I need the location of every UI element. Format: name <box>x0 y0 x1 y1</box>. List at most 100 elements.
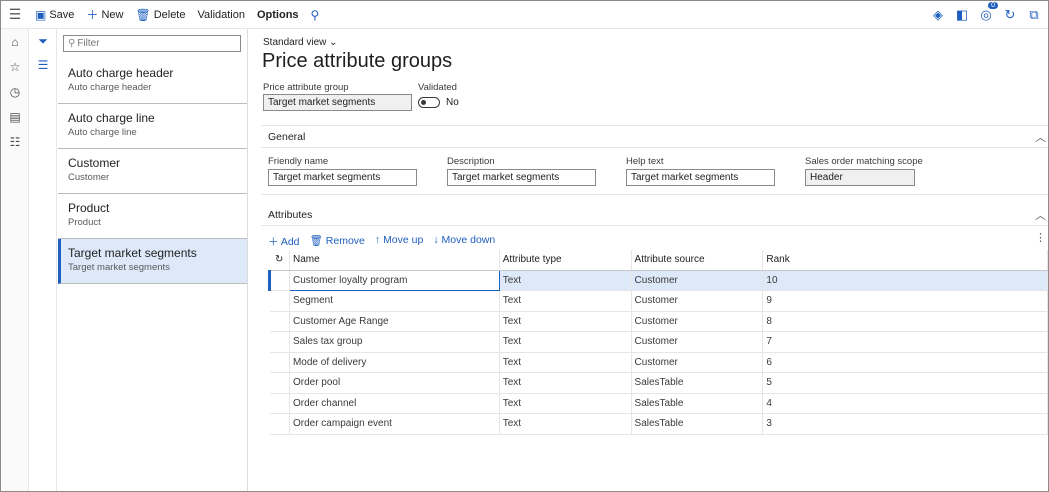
cell-type[interactable]: Text <box>499 290 632 312</box>
chevron-up-icon[interactable]: ︿ <box>1035 207 1046 223</box>
table-row[interactable]: Order channel Text SalesTable 4 <box>269 393 1048 414</box>
general-section: General ︿ Friendly name Target market se… <box>261 125 1048 195</box>
hamburger-menu-icon[interactable]: ☰ <box>1 1 29 29</box>
description-input[interactable]: Target market segments <box>447 169 596 186</box>
cell-source[interactable]: Customer <box>631 270 764 291</box>
remove-button[interactable]: 🗑︎ Remove <box>310 234 365 249</box>
cell-source[interactable]: Customer <box>631 331 764 353</box>
filter-input[interactable] <box>77 38 228 49</box>
toggle-switch[interactable] <box>418 97 440 108</box>
filter-box[interactable]: ⚲ <box>63 35 241 52</box>
cell-rank[interactable]: 3 <box>762 413 1048 435</box>
friendly-name-input[interactable]: Target market segments <box>268 169 417 186</box>
cell-name[interactable]: Segment <box>289 290 500 312</box>
general-header[interactable]: General ︿ <box>261 126 1048 148</box>
table-row[interactable]: Mode of delivery Text Customer 6 <box>269 352 1048 373</box>
move-up-button[interactable]: ↑ Move up <box>375 234 423 249</box>
cell-source[interactable]: Customer <box>631 311 764 332</box>
cell-name[interactable]: Customer Age Range <box>289 311 500 332</box>
list-icon[interactable]: ☰ <box>29 53 57 77</box>
list-item[interactable]: Auto charge header Auto charge header <box>58 59 247 104</box>
star-icon[interactable]: ☆ <box>1 54 29 79</box>
refresh-icon[interactable]: ↻ <box>269 250 290 271</box>
workspace-icon[interactable]: ▤ <box>1 104 29 129</box>
cell-rank[interactable]: 10 <box>762 270 1048 291</box>
table-row[interactable]: Segment Text Customer 9 <box>269 290 1048 312</box>
cell-source[interactable]: SalesTable <box>631 372 764 394</box>
cell-rank[interactable]: 6 <box>762 352 1048 373</box>
options-tab[interactable]: Options <box>251 1 305 29</box>
filter-icon[interactable]: ⏷ <box>29 29 57 53</box>
add-button[interactable]: ＋ Add <box>268 234 300 249</box>
help-text-input[interactable]: Target market segments <box>626 169 775 186</box>
cell-name[interactable]: Sales tax group <box>289 331 500 353</box>
column-header-rank[interactable]: Rank <box>762 250 1048 271</box>
list-item-title: Product <box>68 201 110 215</box>
table-row[interactable]: Sales tax group Text Customer 7 <box>269 331 1048 353</box>
cell-name[interactable]: Order campaign event <box>289 413 500 435</box>
open-new-window-icon[interactable]: ⧉ <box>1026 7 1042 23</box>
table-row[interactable]: Order campaign event Text SalesTable 3 <box>269 413 1048 435</box>
attributes-header[interactable]: Attributes ︿ <box>261 204 1048 226</box>
row-marker[interactable] <box>269 290 290 312</box>
list-item[interactable]: Product Product <box>58 194 247 239</box>
row-marker[interactable] <box>269 393 290 414</box>
cell-rank[interactable]: 8 <box>762 311 1048 332</box>
chevron-up-icon[interactable]: ︿ <box>1035 129 1046 145</box>
cell-source[interactable]: Customer <box>631 352 764 373</box>
cell-rank[interactable]: 7 <box>762 331 1048 353</box>
new-button[interactable]: ＋ New <box>80 1 129 29</box>
list-item[interactable]: Auto charge line Auto charge line <box>58 104 247 149</box>
validation-button[interactable]: Validation <box>191 1 251 29</box>
cell-type[interactable]: Text <box>499 331 632 353</box>
office-icon[interactable]: ◧ <box>954 7 970 23</box>
scope-input[interactable]: Header <box>805 169 915 186</box>
save-button[interactable]: ▣ Save <box>29 1 80 29</box>
list-item-subtitle: Auto charge header <box>68 82 152 93</box>
row-marker[interactable] <box>269 413 290 435</box>
cell-type[interactable]: Text <box>499 413 632 435</box>
validated-toggle[interactable]: No <box>418 97 459 108</box>
list-item-selected[interactable]: Target market segments Target market seg… <box>58 239 247 284</box>
cell-source[interactable]: SalesTable <box>631 413 764 435</box>
more-options-icon[interactable]: ⋮ <box>1035 231 1046 244</box>
search-button[interactable]: ⚲ <box>305 1 329 29</box>
row-marker[interactable] <box>269 352 290 373</box>
cell-type[interactable]: Text <box>499 393 632 414</box>
modules-icon[interactable]: ☷ <box>1 129 29 154</box>
cell-name[interactable]: Mode of delivery <box>289 352 500 373</box>
group-value[interactable]: Target market segments <box>263 94 412 111</box>
diamond-icon[interactable]: ◈ <box>930 7 946 23</box>
cell-rank[interactable]: 4 <box>762 393 1048 414</box>
column-header-type[interactable]: Attribute type <box>499 250 632 271</box>
row-marker[interactable] <box>269 311 290 332</box>
cell-name[interactable]: Customer loyalty program <box>288 269 500 291</box>
move-down-button[interactable]: ↓ Move down <box>433 234 495 249</box>
column-header-source[interactable]: Attribute source <box>631 250 764 271</box>
cell-rank[interactable]: 9 <box>762 290 1048 312</box>
cell-type[interactable]: Text <box>499 352 632 373</box>
cell-type[interactable]: Text <box>499 311 632 332</box>
row-marker[interactable] <box>268 270 290 291</box>
clock-icon[interactable]: ◷ <box>1 79 29 104</box>
cell-type[interactable]: Text <box>499 372 632 394</box>
delete-button[interactable]: 🗑︎ Delete <box>129 1 191 29</box>
list-item[interactable]: Customer Customer <box>58 149 247 194</box>
table-row[interactable]: Customer loyalty program Text Customer 1… <box>268 269 1048 291</box>
column-header-name[interactable]: Name <box>289 250 500 271</box>
cell-type[interactable]: Text <box>499 270 632 291</box>
cell-source[interactable]: SalesTable <box>631 393 764 414</box>
view-selector[interactable]: Standard view ⌄ <box>263 37 338 48</box>
cell-name[interactable]: Order pool <box>289 372 500 394</box>
row-marker[interactable] <box>269 372 290 394</box>
main-content: Standard view ⌄ Price attribute groups P… <box>249 29 1048 491</box>
table-row[interactable]: Order pool Text SalesTable 5 <box>269 372 1048 394</box>
row-marker[interactable] <box>269 331 290 353</box>
table-row[interactable]: Customer Age Range Text Customer 8 <box>269 311 1048 332</box>
cell-source[interactable]: Customer <box>631 290 764 312</box>
notification-icon[interactable]: ◎ 0 <box>978 2 998 23</box>
cell-name[interactable]: Order channel <box>289 393 500 414</box>
cell-rank[interactable]: 5 <box>762 372 1048 394</box>
home-icon[interactable]: ⌂ <box>1 29 29 54</box>
refresh-icon[interactable]: ↻ <box>1002 7 1018 23</box>
